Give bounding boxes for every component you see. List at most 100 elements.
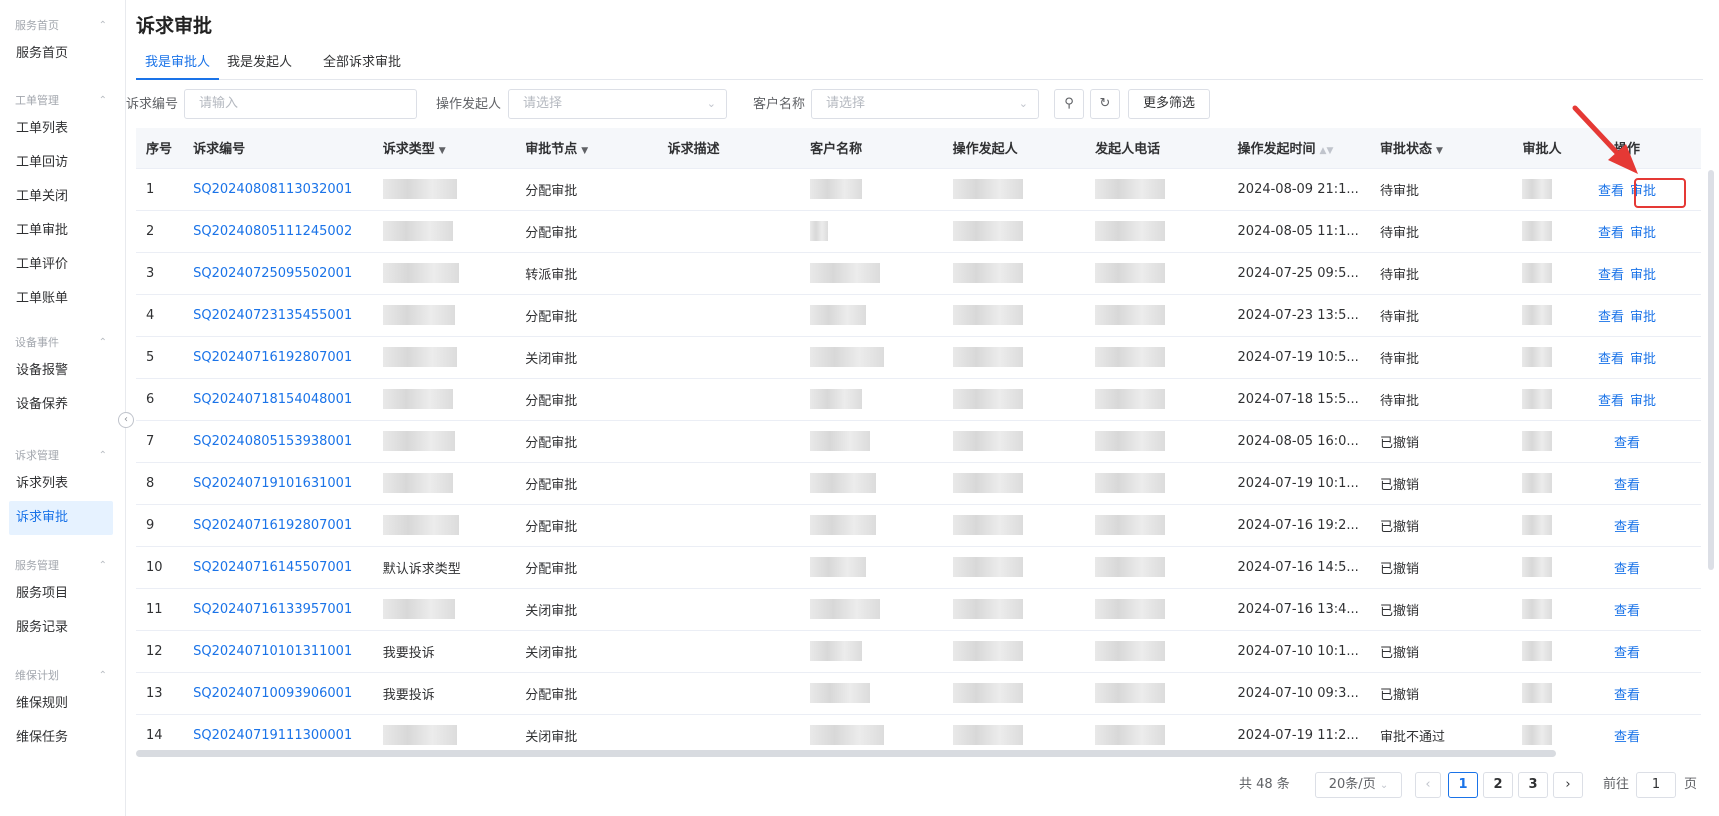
status-cell: 待审批	[1370, 168, 1513, 211]
sidebar-item[interactable]: 工单关闭	[9, 180, 113, 214]
sidebar-item[interactable]: 诉求列表	[9, 467, 113, 501]
description-cell	[657, 462, 801, 505]
request-code-link[interactable]: SQ20240719111300001	[183, 714, 373, 754]
column-header: 序号	[136, 128, 184, 169]
sidebar-item[interactable]: 工单回访	[9, 146, 113, 180]
phone-cell-redacted	[1085, 546, 1228, 589]
request-code-link[interactable]: SQ20240718154048001	[183, 378, 373, 421]
approve-link[interactable]: 审批	[1630, 310, 1656, 325]
goto-page-input[interactable]: 1	[1636, 772, 1676, 798]
view-link[interactable]: 查看	[1598, 226, 1624, 241]
sidebar-item[interactable]: 工单账单	[9, 282, 113, 316]
more-filters-button[interactable]: 更多筛选	[1128, 89, 1211, 119]
type-cell-redacted	[372, 252, 516, 295]
page-size-value: 20条/页	[1328, 777, 1376, 792]
view-link[interactable]: 查看	[1598, 268, 1624, 283]
actions-cell: 查看 审批	[1553, 252, 1701, 295]
approver-cell-redacted	[1512, 252, 1554, 295]
sidebar-item[interactable]: 设备保养	[9, 388, 113, 422]
sidebar-group-header[interactable]: 工单管理 ⌃	[15, 91, 111, 111]
sidebar-item[interactable]: 服务项目	[9, 577, 113, 611]
refresh-button[interactable]: ↻	[1090, 89, 1120, 119]
request-code-link[interactable]: SQ20240719101631001	[183, 462, 373, 505]
request-code-link[interactable]: SQ20240716133957001	[183, 588, 373, 631]
phone-cell-redacted	[1085, 210, 1228, 253]
approve-link[interactable]: 审批	[1630, 268, 1656, 283]
request-code-link[interactable]: SQ20240716192807001	[183, 336, 373, 379]
code-search-input[interactable]: 请输入	[184, 89, 417, 119]
view-link[interactable]: 查看	[1598, 310, 1624, 325]
page-title: 诉求审批	[136, 15, 213, 37]
request-code-link[interactable]: SQ20240723135455001	[183, 294, 373, 337]
search-button[interactable]: ⚲	[1054, 89, 1084, 119]
approve-link[interactable]: 审批	[1630, 394, 1656, 409]
vertical-scrollbar[interactable]	[1708, 170, 1714, 570]
approval-node-cell: 分配审批	[515, 294, 658, 337]
initiated-time-cell: 2024-07-25 09:5...	[1227, 252, 1370, 295]
view-link[interactable]: 查看	[1598, 394, 1624, 409]
sidebar-item[interactable]: 工单评价	[9, 248, 113, 282]
initiator-select[interactable]: 请选择 ⌄	[508, 89, 727, 119]
request-code-link[interactable]: SQ20240710093906001	[183, 672, 373, 715]
column-header-label: 诉求编号	[193, 142, 246, 158]
prev-page-icon[interactable]: ‹	[1415, 772, 1441, 798]
view-link[interactable]: 查看	[1614, 688, 1640, 703]
sidebar-item[interactable]: 服务首页	[9, 37, 113, 71]
sidebar-item[interactable]: 工单列表	[9, 112, 113, 146]
view-link[interactable]: 查看	[1598, 184, 1624, 199]
page-size-select[interactable]: 20条/页 ⌄	[1315, 772, 1402, 798]
request-code-link[interactable]: SQ20240805111245002	[183, 210, 373, 253]
actions-cell: 查看	[1553, 672, 1701, 715]
table-row: 7 SQ20240805153938001 分配审批 2024-08-05 16:0.…	[136, 420, 1701, 463]
page-button-1[interactable]: 1	[1448, 772, 1478, 798]
view-link[interactable]: 查看	[1614, 520, 1640, 535]
actions-cell: 查看 审批	[1553, 336, 1701, 379]
request-code-link[interactable]: SQ20240725095502001	[183, 252, 373, 295]
sidebar-item[interactable]: 服务记录	[9, 611, 113, 645]
request-code-link[interactable]: SQ20240710101311001	[183, 630, 373, 673]
table-row: 3 SQ20240725095502001 转派审批 2024-07-25 09:5.…	[136, 252, 1701, 295]
filter-icon[interactable]: ▼	[1436, 146, 1443, 156]
tab-initiator[interactable]: 我是发起人	[227, 52, 292, 80]
view-link[interactable]: 查看	[1614, 478, 1640, 493]
view-link[interactable]: 查看	[1614, 562, 1640, 577]
sidebar-group-header[interactable]: 服务管理 ⌃	[15, 556, 111, 576]
tab-all-approvals[interactable]: 全部诉求审批	[323, 52, 401, 80]
sidebar-item[interactable]: 维保任务	[9, 721, 113, 755]
view-link[interactable]: 查看	[1614, 436, 1640, 451]
sidebar-item[interactable]: 工单审批	[9, 214, 113, 248]
approve-link[interactable]: 审批	[1630, 352, 1656, 367]
approve-link[interactable]: 审批	[1630, 226, 1656, 241]
sidebar-group-header[interactable]: 设备事件 ⌃	[15, 333, 111, 353]
request-code-link[interactable]: SQ20240808113032001	[183, 168, 373, 211]
row-number: 10	[136, 546, 184, 589]
request-code-link[interactable]: SQ20240716145507001	[183, 546, 373, 589]
sidebar-item[interactable]: 设备报警	[9, 354, 113, 388]
request-code-link[interactable]: SQ20240716192807001	[183, 504, 373, 547]
initiator-cell-redacted	[942, 378, 1086, 421]
view-link[interactable]: 查看	[1598, 352, 1624, 367]
collapse-icon[interactable]: ‹	[118, 412, 134, 428]
next-page-icon[interactable]: ›	[1553, 772, 1583, 798]
horizontal-scrollbar[interactable]	[136, 750, 1556, 757]
customer-cell-redacted	[800, 168, 943, 211]
chevron-up-icon: ⌃	[98, 450, 107, 461]
filter-icon[interactable]: ▼	[581, 146, 588, 156]
filter-icon[interactable]: ▼	[439, 146, 446, 156]
column-header-label: 审批状态	[1380, 142, 1433, 158]
page-button-3[interactable]: 3	[1518, 772, 1548, 798]
view-link[interactable]: 查看	[1614, 730, 1640, 745]
sidebar-group-header[interactable]: 诉求管理 ⌃	[15, 446, 111, 466]
view-link[interactable]: 查看	[1614, 604, 1640, 619]
request-code-link[interactable]: SQ20240805153938001	[183, 420, 373, 463]
customer-select[interactable]: 请选择 ⌄	[811, 89, 1039, 119]
sidebar-item[interactable]: 诉求审批	[9, 501, 113, 535]
sidebar-group-header[interactable]: 维保计划 ⌃	[15, 666, 111, 686]
sort-icon[interactable]: ▲▼	[1320, 146, 1334, 156]
tab-approver[interactable]: 我是审批人	[136, 52, 220, 80]
sidebar-item[interactable]: 维保规则	[9, 687, 113, 721]
page-button-2[interactable]: 2	[1483, 772, 1513, 798]
sidebar-group-header[interactable]: 服务首页 ⌃	[15, 16, 111, 36]
row-number: 2	[136, 210, 184, 253]
view-link[interactable]: 查看	[1614, 646, 1640, 661]
